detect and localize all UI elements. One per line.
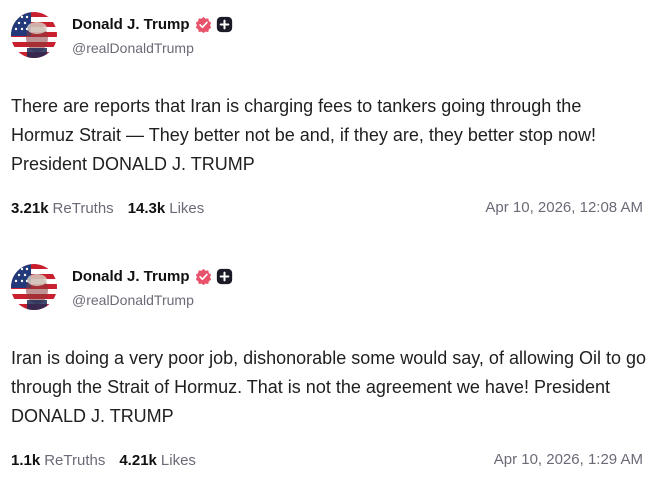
likes-label: Likes (160, 451, 196, 469)
post-timestamp[interactable]: Apr 10, 2026, 12:08 AM (485, 198, 643, 218)
avatar[interactable] (11, 12, 57, 58)
author-display-name[interactable]: Donald J. Trump (72, 16, 190, 33)
post-timestamp[interactable]: Apr 10, 2026, 1:29 AM (494, 450, 643, 470)
verified-badge-icon (195, 16, 212, 33)
likes-stat[interactable]: 4.21k Likes (119, 452, 196, 469)
likes-label: Likes (169, 199, 205, 217)
verified-badge-icon (195, 268, 212, 285)
retruths-stat[interactable]: 1.1k ReTruths (11, 452, 105, 469)
retruths-count: 3.21k (11, 199, 49, 217)
post-card[interactable]: Donald J. Trump @realDonaldTrump There a… (0, 0, 655, 242)
flag-portrait-avatar-icon (11, 12, 57, 58)
retruths-label: ReTruths (44, 451, 106, 469)
author-handle[interactable]: @realDonaldTrump (72, 40, 194, 56)
post-stats: 3.21k ReTruths 14.3k Likes (11, 198, 218, 218)
author-display-name[interactable]: Donald J. Trump (72, 268, 190, 285)
post-card[interactable]: Donald J. Trump @realDonaldTrump Iran is… (0, 252, 655, 484)
post-stats: 1.1k ReTruths 4.21k Likes (11, 450, 210, 470)
likes-count: 14.3k (127, 199, 166, 217)
post-text: There are reports that Iran is charging … (11, 96, 596, 174)
likes-stat[interactable]: 14.3k Likes (128, 200, 205, 217)
plus-badge-icon (216, 268, 233, 285)
avatar[interactable] (11, 264, 57, 310)
plus-badge-icon (216, 16, 233, 33)
retruths-label: ReTruths (52, 199, 114, 217)
flag-portrait-avatar-icon (11, 264, 57, 310)
post-text: Iran is doing a very poor job, dishonora… (11, 348, 647, 426)
retruths-count: 1.1k (11, 451, 41, 469)
likes-count: 4.21k (119, 451, 157, 469)
author-handle[interactable]: @realDonaldTrump (72, 292, 194, 308)
retruths-stat[interactable]: 3.21k ReTruths (11, 200, 114, 217)
